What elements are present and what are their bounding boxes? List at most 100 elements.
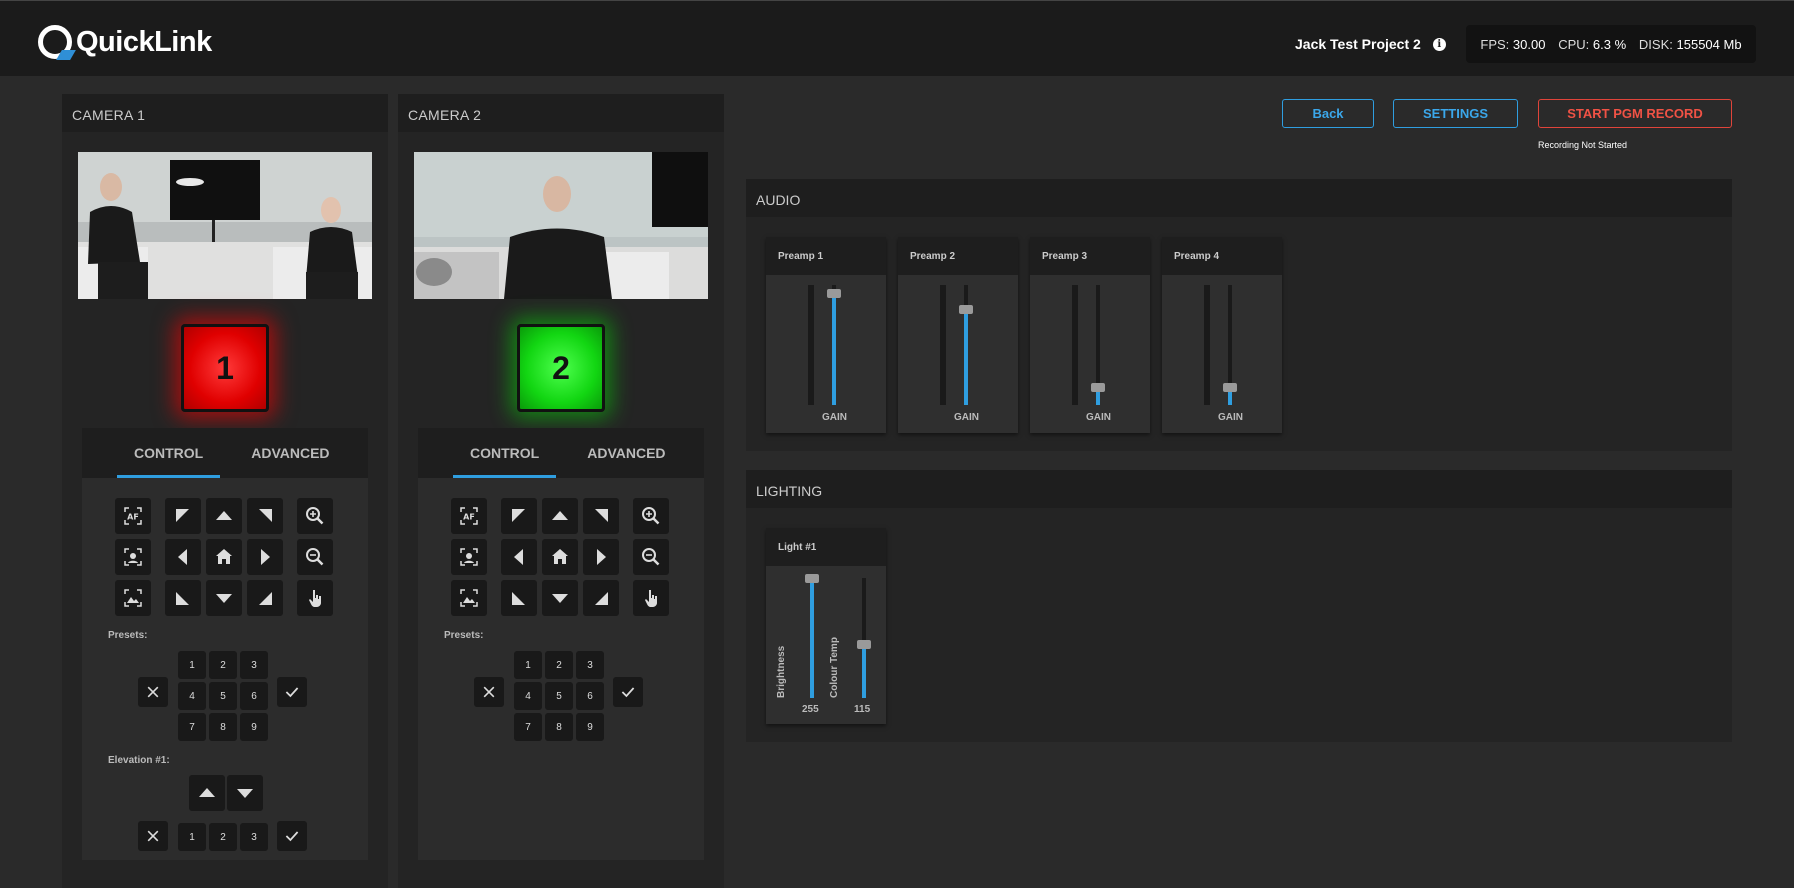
zoom-out-icon [305,547,325,567]
preset-9[interactable]: 9 [240,713,268,741]
tilt-up-button[interactable] [542,498,578,534]
preset-8[interactable]: 8 [209,713,237,741]
info-icon[interactable]: i [1432,37,1446,51]
camera-2-preview[interactable] [414,152,708,299]
cancel-elevation-button[interactable] [138,821,168,851]
arrow-right-icon [591,547,611,567]
zoom-out-button[interactable] [633,539,669,575]
preset-3[interactable]: 3 [240,651,268,679]
face-tracking-icon [459,547,479,567]
pan-down-right-button[interactable] [247,580,283,616]
pan-up-left-button[interactable] [501,498,537,534]
autofocus-button[interactable] [451,498,487,534]
confirm-preset-button[interactable] [277,677,307,707]
tally-button[interactable]: 2 [517,324,605,412]
preset-9[interactable]: 9 [576,713,604,741]
gain-label: GAIN [1218,412,1243,423]
pan-left-button[interactable] [165,539,201,575]
presets-label: Presets: [444,630,484,641]
camera-1-tally[interactable]: 1 [181,324,269,412]
preset-4[interactable]: 4 [178,682,206,710]
pan-down-right-button[interactable] [583,580,619,616]
audio-channel-strip: Preamp 2 GAIN [898,237,1018,433]
gain-slider-thumb[interactable] [1091,383,1105,392]
system-stats: FPS: 30.00 CPU: 6.3 % DISK: 155504 Mb [1466,25,1756,63]
pan-up-left-button[interactable] [165,498,201,534]
zoom-out-button[interactable] [297,539,333,575]
gain-slider-thumb[interactable] [1223,383,1237,392]
presets-label: Presets: [108,630,148,641]
preset-2[interactable]: 2 [545,651,573,679]
zoom-in-button[interactable] [297,498,333,534]
preset-1[interactable]: 1 [514,651,542,679]
confirm-preset-button[interactable] [613,677,643,707]
elevation-up-button[interactable] [189,775,225,811]
elevation-preset-1[interactable]: 1 [178,823,206,851]
touch-control-button[interactable] [633,580,669,616]
settings-button[interactable]: SETTINGS [1393,99,1518,128]
touch-control-button[interactable] [297,580,333,616]
pan-left-button[interactable] [501,539,537,575]
arrow-up-icon [550,506,570,526]
hand-pointer-icon [641,588,661,608]
tab-control[interactable]: CONTROL [453,428,557,478]
start-pgm-record-button[interactable]: START PGM RECORD [1538,99,1732,128]
arrow-down-icon [550,588,570,608]
pan-up-right-button[interactable] [247,498,283,534]
face-tracking-button[interactable] [115,539,151,575]
scene-button[interactable] [115,580,151,616]
gain-label: GAIN [822,412,847,423]
preset-7[interactable]: 7 [514,713,542,741]
home-icon [550,547,570,567]
preset-7[interactable]: 7 [178,713,206,741]
zoom-in-button[interactable] [633,498,669,534]
tilt-up-button[interactable] [206,498,242,534]
preset-6[interactable]: 6 [240,682,268,710]
home-button[interactable] [542,539,578,575]
cancel-preset-button[interactable] [474,677,504,707]
tab-advanced[interactable]: ADVANCED [570,428,682,478]
cancel-preset-button[interactable] [138,677,168,707]
preset-6[interactable]: 6 [576,682,604,710]
level-meter [1204,285,1210,405]
tilt-down-button[interactable] [206,580,242,616]
pan-down-left-button[interactable] [501,580,537,616]
elevation-down-button[interactable] [227,775,263,811]
confirm-elevation-button[interactable] [277,821,307,851]
elevation-preset-3[interactable]: 3 [240,823,268,851]
tab-control[interactable]: CONTROL [117,428,221,478]
home-button[interactable] [206,539,242,575]
colour-temp-slider-thumb[interactable] [857,640,871,649]
autofocus-button[interactable] [115,498,151,534]
channel-name: Preamp 2 [898,237,1018,275]
pan-down-left-button[interactable] [165,580,201,616]
preset-2[interactable]: 2 [209,651,237,679]
pan-up-right-button[interactable] [583,498,619,534]
tab-advanced[interactable]: ADVANCED [234,428,346,478]
preset-3[interactable]: 3 [576,651,604,679]
camera-2-tally[interactable]: 2 [517,324,605,412]
audio-section: AUDIO Preamp 1 GAIN Preamp 2 GAIN Preamp… [746,179,1732,451]
lighting-section: LIGHTING Light #1 Brightness 255 Colour … [746,470,1732,742]
camera-1-preview[interactable] [78,152,372,299]
arrow-down-left-icon [173,588,193,608]
fps-stat: FPS: 30.00 [1480,36,1546,52]
channel-name: Preamp 4 [1162,237,1282,275]
pan-right-button[interactable] [583,539,619,575]
preset-5[interactable]: 5 [209,682,237,710]
face-tracking-button[interactable] [451,539,487,575]
level-meter [1072,285,1078,405]
gain-slider-thumb[interactable] [827,289,841,298]
preset-5[interactable]: 5 [545,682,573,710]
preset-8[interactable]: 8 [545,713,573,741]
preset-1[interactable]: 1 [178,651,206,679]
tilt-down-button[interactable] [542,580,578,616]
preset-4[interactable]: 4 [514,682,542,710]
elevation-preset-2[interactable]: 2 [209,823,237,851]
back-button[interactable]: Back [1282,99,1374,128]
gain-slider-thumb[interactable] [959,305,973,314]
scene-button[interactable] [451,580,487,616]
tally-button[interactable]: 1 [181,324,269,412]
pan-right-button[interactable] [247,539,283,575]
brightness-slider-thumb[interactable] [805,574,819,583]
